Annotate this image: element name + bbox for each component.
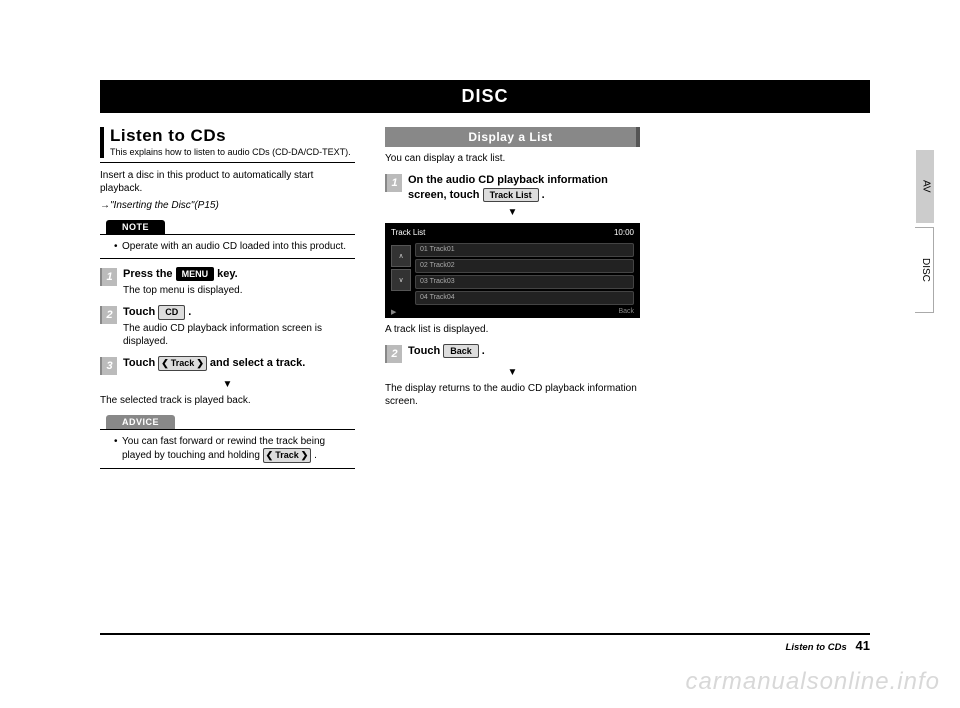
track-row: 01 Track01 [415,243,634,257]
step-number: 2 [100,306,117,324]
section-subtitle: This explains how to listen to audio CDs… [110,147,355,158]
manual-page: DISC Listen to CDs This explains how to … [0,0,960,708]
advice-text: You can fast forward or rewind the track… [114,435,349,463]
back-label: Back [618,308,634,316]
side-tab-av: AV [916,150,934,223]
track-list-button: Track List [483,188,539,203]
step-1-sub: The top menu is displayed. [123,284,355,297]
advice-block: ADVICE You can fast forward or rewind th… [100,415,355,469]
track-row: 02 Track02 [415,259,634,273]
content-columns: Listen to CDs This explains how to liste… [100,127,870,477]
menu-key: MENU [176,267,215,281]
after-image-text: A track list is displayed. [385,323,640,336]
track-rows: 01 Track01 02 Track02 03 Track03 04 Trac… [415,243,634,307]
intro-text: Insert a disc in this product to automat… [100,169,355,195]
footer-page-number: 41 [856,638,870,653]
play-icon: ▶ [391,308,396,316]
note-text: Operate with an audio CD loaded into thi… [114,240,349,253]
result-text: The selected track is played back. [100,394,355,407]
right-column: Display a List You can display a track l… [385,127,640,477]
note-label: NOTE [106,220,165,234]
scroll-down-icon: ∨ [391,269,411,291]
step-3: 3 Touch ❮Track❯ and select a track. [100,356,355,375]
note-body: Operate with an audio CD loaded into thi… [100,234,355,259]
right-step-2-instruction: Touch Back . [408,344,640,359]
chapter-title: DISC [100,80,870,113]
step-number: 3 [100,357,117,375]
screenshot-title: Track List [391,228,425,237]
step-2-instruction: Touch CD . [123,305,355,320]
right-step-2: 2 Touch Back . [385,344,640,363]
track-list-screenshot: Track List 10:00 ∧ ∨ 01 Track01 02 Track… [385,223,640,318]
step-1-instruction: Press the MENU key. [123,267,355,282]
track-button-hold: ❮Track❯ [263,448,312,463]
left-column: Listen to CDs This explains how to liste… [100,127,355,477]
divider [100,162,355,163]
step-number: 1 [385,174,402,192]
track-row: 04 Track04 [415,291,634,305]
step-1: 1 Press the MENU key. The top menu is di… [100,267,355,297]
flow-arrow-icon: ▼ [100,379,355,390]
screenshot-footer: ▶ Back [391,308,634,316]
track-row: 03 Track03 [415,275,634,289]
subsection-heading: Display a List [385,127,640,147]
watermark: carmanualsonline.info [686,668,940,696]
page-footer: Listen to CDs 41 [100,633,870,653]
intro-reference: →"Inserting the Disc"(P15) [100,199,355,212]
screenshot-time: 10:00 [614,228,634,237]
track-button: ❮Track❯ [158,356,207,371]
note-block: NOTE Operate with an audio CD loaded int… [100,220,355,259]
step-3-instruction: Touch ❮Track❯ and select a track. [123,356,355,371]
right-result-text: The display returns to the audio CD play… [385,382,640,408]
step-number: 1 [100,268,117,286]
advice-body: You can fast forward or rewind the track… [100,429,355,469]
flow-arrow-icon: ▼ [385,367,640,378]
section-heading: Listen to CDs This explains how to liste… [100,127,355,158]
footer-label: Listen to CDs [786,642,847,653]
step-2-sub: The audio CD playback information screen… [123,322,355,348]
step-2: 2 Touch CD . The audio CD playback infor… [100,305,355,348]
cd-button: CD [158,305,185,320]
step-number: 2 [385,345,402,363]
advice-label: ADVICE [106,415,175,429]
side-tab-disc: DISC [915,227,934,313]
section-title: Listen to CDs [110,127,355,145]
subsection-intro: You can display a track list. [385,152,640,165]
scroll-up-icon: ∧ [391,245,411,267]
right-step-1: 1 On the audio CD playback information s… [385,173,640,203]
back-button: Back [443,344,479,359]
side-tabs: AV DISC [915,150,934,317]
right-step-1-instruction: On the audio CD playback information scr… [408,173,640,203]
flow-arrow-icon: ▼ [385,207,640,218]
